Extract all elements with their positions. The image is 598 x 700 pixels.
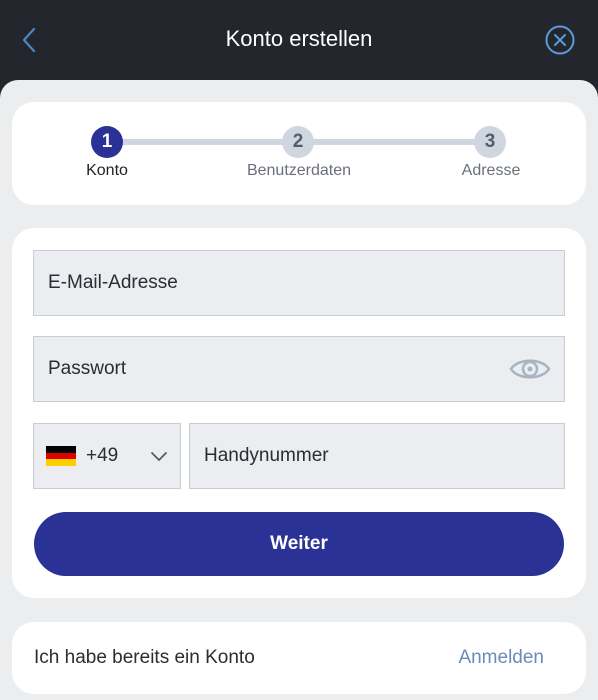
country-code-select[interactable]: +49 <box>33 423 181 489</box>
chevron-down-icon <box>151 452 167 461</box>
login-prompt-card: Ich habe bereits ein Konto Anmelden <box>12 622 586 694</box>
show-password-button[interactable] <box>508 354 552 384</box>
header-bar: Konto erstellen <box>0 0 598 80</box>
progress-stepper: 1 2 3 Konto Benutzerdaten Adresse <box>12 102 586 205</box>
existing-account-text: Ich habe bereits ein Konto <box>34 647 255 668</box>
phone-placeholder: Handynummer <box>204 445 329 466</box>
eye-icon <box>509 359 551 379</box>
germany-flag-icon <box>46 446 76 466</box>
login-link[interactable]: Anmelden <box>458 622 544 694</box>
step-3-label: Adresse <box>461 162 521 179</box>
email-placeholder: E-Mail-Adresse <box>48 272 178 293</box>
step-1-indicator: 1 <box>91 126 123 158</box>
country-code-value: +49 <box>86 445 119 466</box>
content-sheet: 1 2 3 Konto Benutzerdaten Adresse E-Mail… <box>0 80 598 700</box>
close-circle-icon <box>545 25 575 55</box>
page-title: Konto erstellen <box>225 26 373 51</box>
step-connector <box>298 139 498 145</box>
password-field[interactable]: Passwort <box>33 336 565 402</box>
step-3-indicator: 3 <box>474 126 506 158</box>
step-2-indicator: 2 <box>282 126 314 158</box>
phone-field[interactable]: Handynummer <box>189 423 565 489</box>
step-connector <box>108 139 308 145</box>
signup-form: E-Mail-Adresse Passwort +49 Handynummer … <box>12 228 586 598</box>
close-button[interactable] <box>545 25 575 55</box>
continue-button[interactable]: Weiter <box>34 512 564 576</box>
step-2-label: Benutzerdaten <box>246 162 352 179</box>
step-1-label: Konto <box>86 162 128 179</box>
password-placeholder: Passwort <box>48 358 127 379</box>
email-field[interactable]: E-Mail-Adresse <box>33 250 565 316</box>
